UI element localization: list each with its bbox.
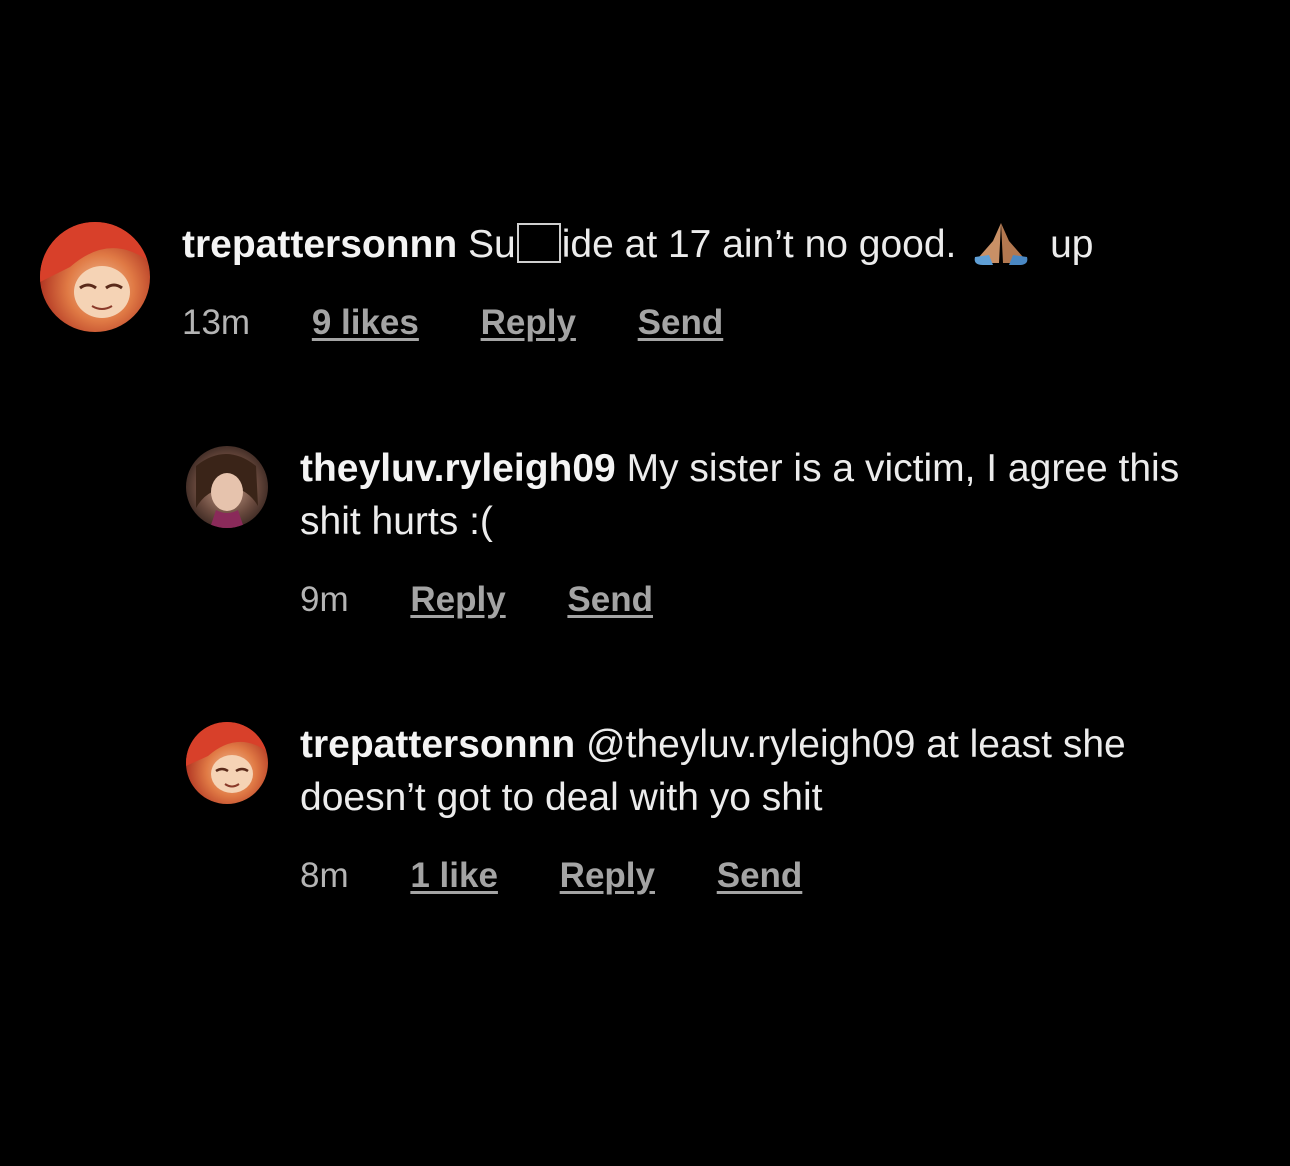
comment-actions: 13m 9 likes Reply Send bbox=[182, 303, 775, 343]
send-button[interactable]: Send bbox=[567, 580, 653, 620]
send-button[interactable]: Send bbox=[638, 303, 724, 343]
reply-button[interactable]: Reply bbox=[481, 303, 576, 343]
folded-hands-icon bbox=[971, 221, 1031, 265]
comment-body: trepattersonnn @theyluv.ryleigh09 at lea… bbox=[300, 718, 1240, 824]
comment-text-tail: up bbox=[1050, 223, 1094, 266]
avatar[interactable] bbox=[186, 722, 268, 804]
comment-body: trepattersonnn Su ide at 17 ain’t no good… bbox=[182, 218, 1272, 271]
comment-text-start: Su bbox=[468, 223, 516, 266]
comment-time: 9m bbox=[300, 580, 349, 619]
likes-link[interactable]: 1 like bbox=[410, 856, 498, 896]
avatar-image bbox=[186, 722, 268, 804]
comment-time: 13m bbox=[182, 303, 251, 342]
avatar-image bbox=[40, 222, 150, 332]
comment-username[interactable]: trepattersonnn bbox=[182, 223, 457, 266]
redaction-box bbox=[516, 223, 561, 263]
comment-username[interactable]: theyluv.ryleigh09 bbox=[300, 447, 616, 490]
comment-text-end: ide at 17 ain’t no good. bbox=[561, 223, 957, 266]
comment-body: theyluv.ryleigh09 My sister is a victim,… bbox=[300, 442, 1200, 548]
comment-actions: 9m Reply Send bbox=[300, 580, 705, 620]
send-button[interactable]: Send bbox=[717, 856, 803, 896]
reply-button[interactable]: Reply bbox=[410, 580, 505, 620]
comment-username[interactable]: trepattersonnn bbox=[300, 723, 575, 766]
avatar[interactable] bbox=[40, 222, 150, 332]
avatar-image bbox=[186, 446, 268, 528]
mention-link[interactable]: @theyluv.ryleigh09 bbox=[586, 723, 915, 766]
comment-time: 8m bbox=[300, 856, 349, 895]
avatar[interactable] bbox=[186, 446, 268, 528]
reply-button[interactable]: Reply bbox=[560, 856, 655, 896]
comment-actions: 8m 1 like Reply Send bbox=[300, 856, 854, 896]
likes-link[interactable]: 9 likes bbox=[312, 303, 419, 343]
